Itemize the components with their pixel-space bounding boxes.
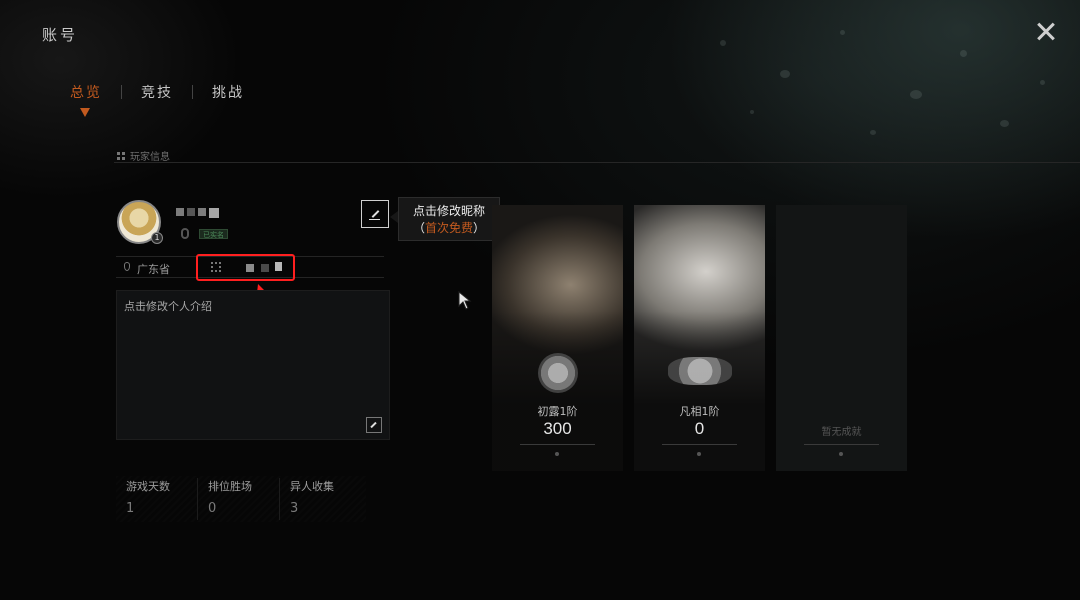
stat-value: 0 <box>208 501 217 516</box>
tab-bar: 总览 竞技 挑战 <box>70 82 244 102</box>
stat-label: 排位胜场 <box>208 480 252 493</box>
close-button[interactable] <box>1034 20 1058 44</box>
tab-overview[interactable]: 总览 <box>70 82 102 102</box>
intro-textarea[interactable]: 点击修改个人介绍 <box>116 290 390 440</box>
section-title: 玩家信息 <box>130 152 170 163</box>
free-first-time-text: 首次免费 <box>424 221 473 235</box>
card-dot <box>839 452 843 456</box>
blurred-nickname <box>176 208 219 218</box>
pencil-icon <box>371 210 380 218</box>
rank-card-survivor[interactable]: 初露1阶 300 <box>492 205 623 471</box>
tab-divider <box>121 85 122 99</box>
section-header: 玩家信息 <box>117 148 170 163</box>
rank-card-hunter[interactable]: 凡相1阶 0 <box>634 205 765 471</box>
level-badge: 1 <box>151 232 163 244</box>
card-divider <box>662 444 737 445</box>
card-title: 初露1阶 <box>537 405 578 418</box>
pencil-icon <box>370 421 377 429</box>
stat-label: 异人收集 <box>290 480 334 493</box>
card-dot <box>697 452 701 456</box>
window-title: 账号 <box>42 26 79 44</box>
stats-row: 游戏天数 1 排位胜场 0 异人收集 3 <box>116 478 362 520</box>
intro-placeholder: 点击修改个人介绍 <box>124 300 212 313</box>
edit-nickname-button[interactable] <box>361 200 389 228</box>
edit-nickname-tooltip: 点击修改昵称 （首次免费） <box>398 197 500 241</box>
stat-collection: 异人收集 3 <box>280 478 362 520</box>
annotation-highlight-box <box>196 254 295 281</box>
card-divider <box>804 444 879 445</box>
card-divider <box>520 444 595 445</box>
tab-divider <box>192 85 193 99</box>
stat-label: 游戏天数 <box>126 480 170 493</box>
tooltip-arrow <box>390 211 398 223</box>
no-achievement-text: 暂无成就 <box>821 427 862 438</box>
hunter-rank-emblem-icon <box>668 357 732 385</box>
verified-badge: 已实名 <box>199 229 228 239</box>
edit-intro-button[interactable] <box>366 417 382 433</box>
microphone-icon <box>181 228 189 239</box>
card-dot <box>555 452 559 456</box>
active-tab-indicator <box>80 108 90 117</box>
tooltip-line2: （首次免费） <box>412 221 486 235</box>
stat-value: 1 <box>126 501 135 516</box>
card-value: 300 <box>543 419 572 438</box>
location-text: 广东省 <box>137 263 170 276</box>
location-pin-icon <box>124 262 130 271</box>
section-divider <box>114 162 1080 163</box>
card-value: 0 <box>694 419 705 438</box>
rain-drops <box>660 0 1080 160</box>
tab-competitive[interactable]: 竞技 <box>141 82 173 102</box>
tab-challenge[interactable]: 挑战 <box>212 82 244 102</box>
stat-value: 3 <box>290 501 299 516</box>
stat-game-days: 游戏天数 1 <box>116 478 198 520</box>
mouse-cursor-icon <box>458 291 472 310</box>
achievement-card[interactable]: 暂无成就 <box>776 205 907 471</box>
card-title: 凡相1阶 <box>679 405 720 418</box>
grid-icon <box>117 151 125 160</box>
tooltip-line1: 点击修改昵称 <box>412 204 485 218</box>
stat-ranked-wins: 排位胜场 0 <box>198 478 280 520</box>
survivor-rank-emblem-icon <box>538 353 578 393</box>
